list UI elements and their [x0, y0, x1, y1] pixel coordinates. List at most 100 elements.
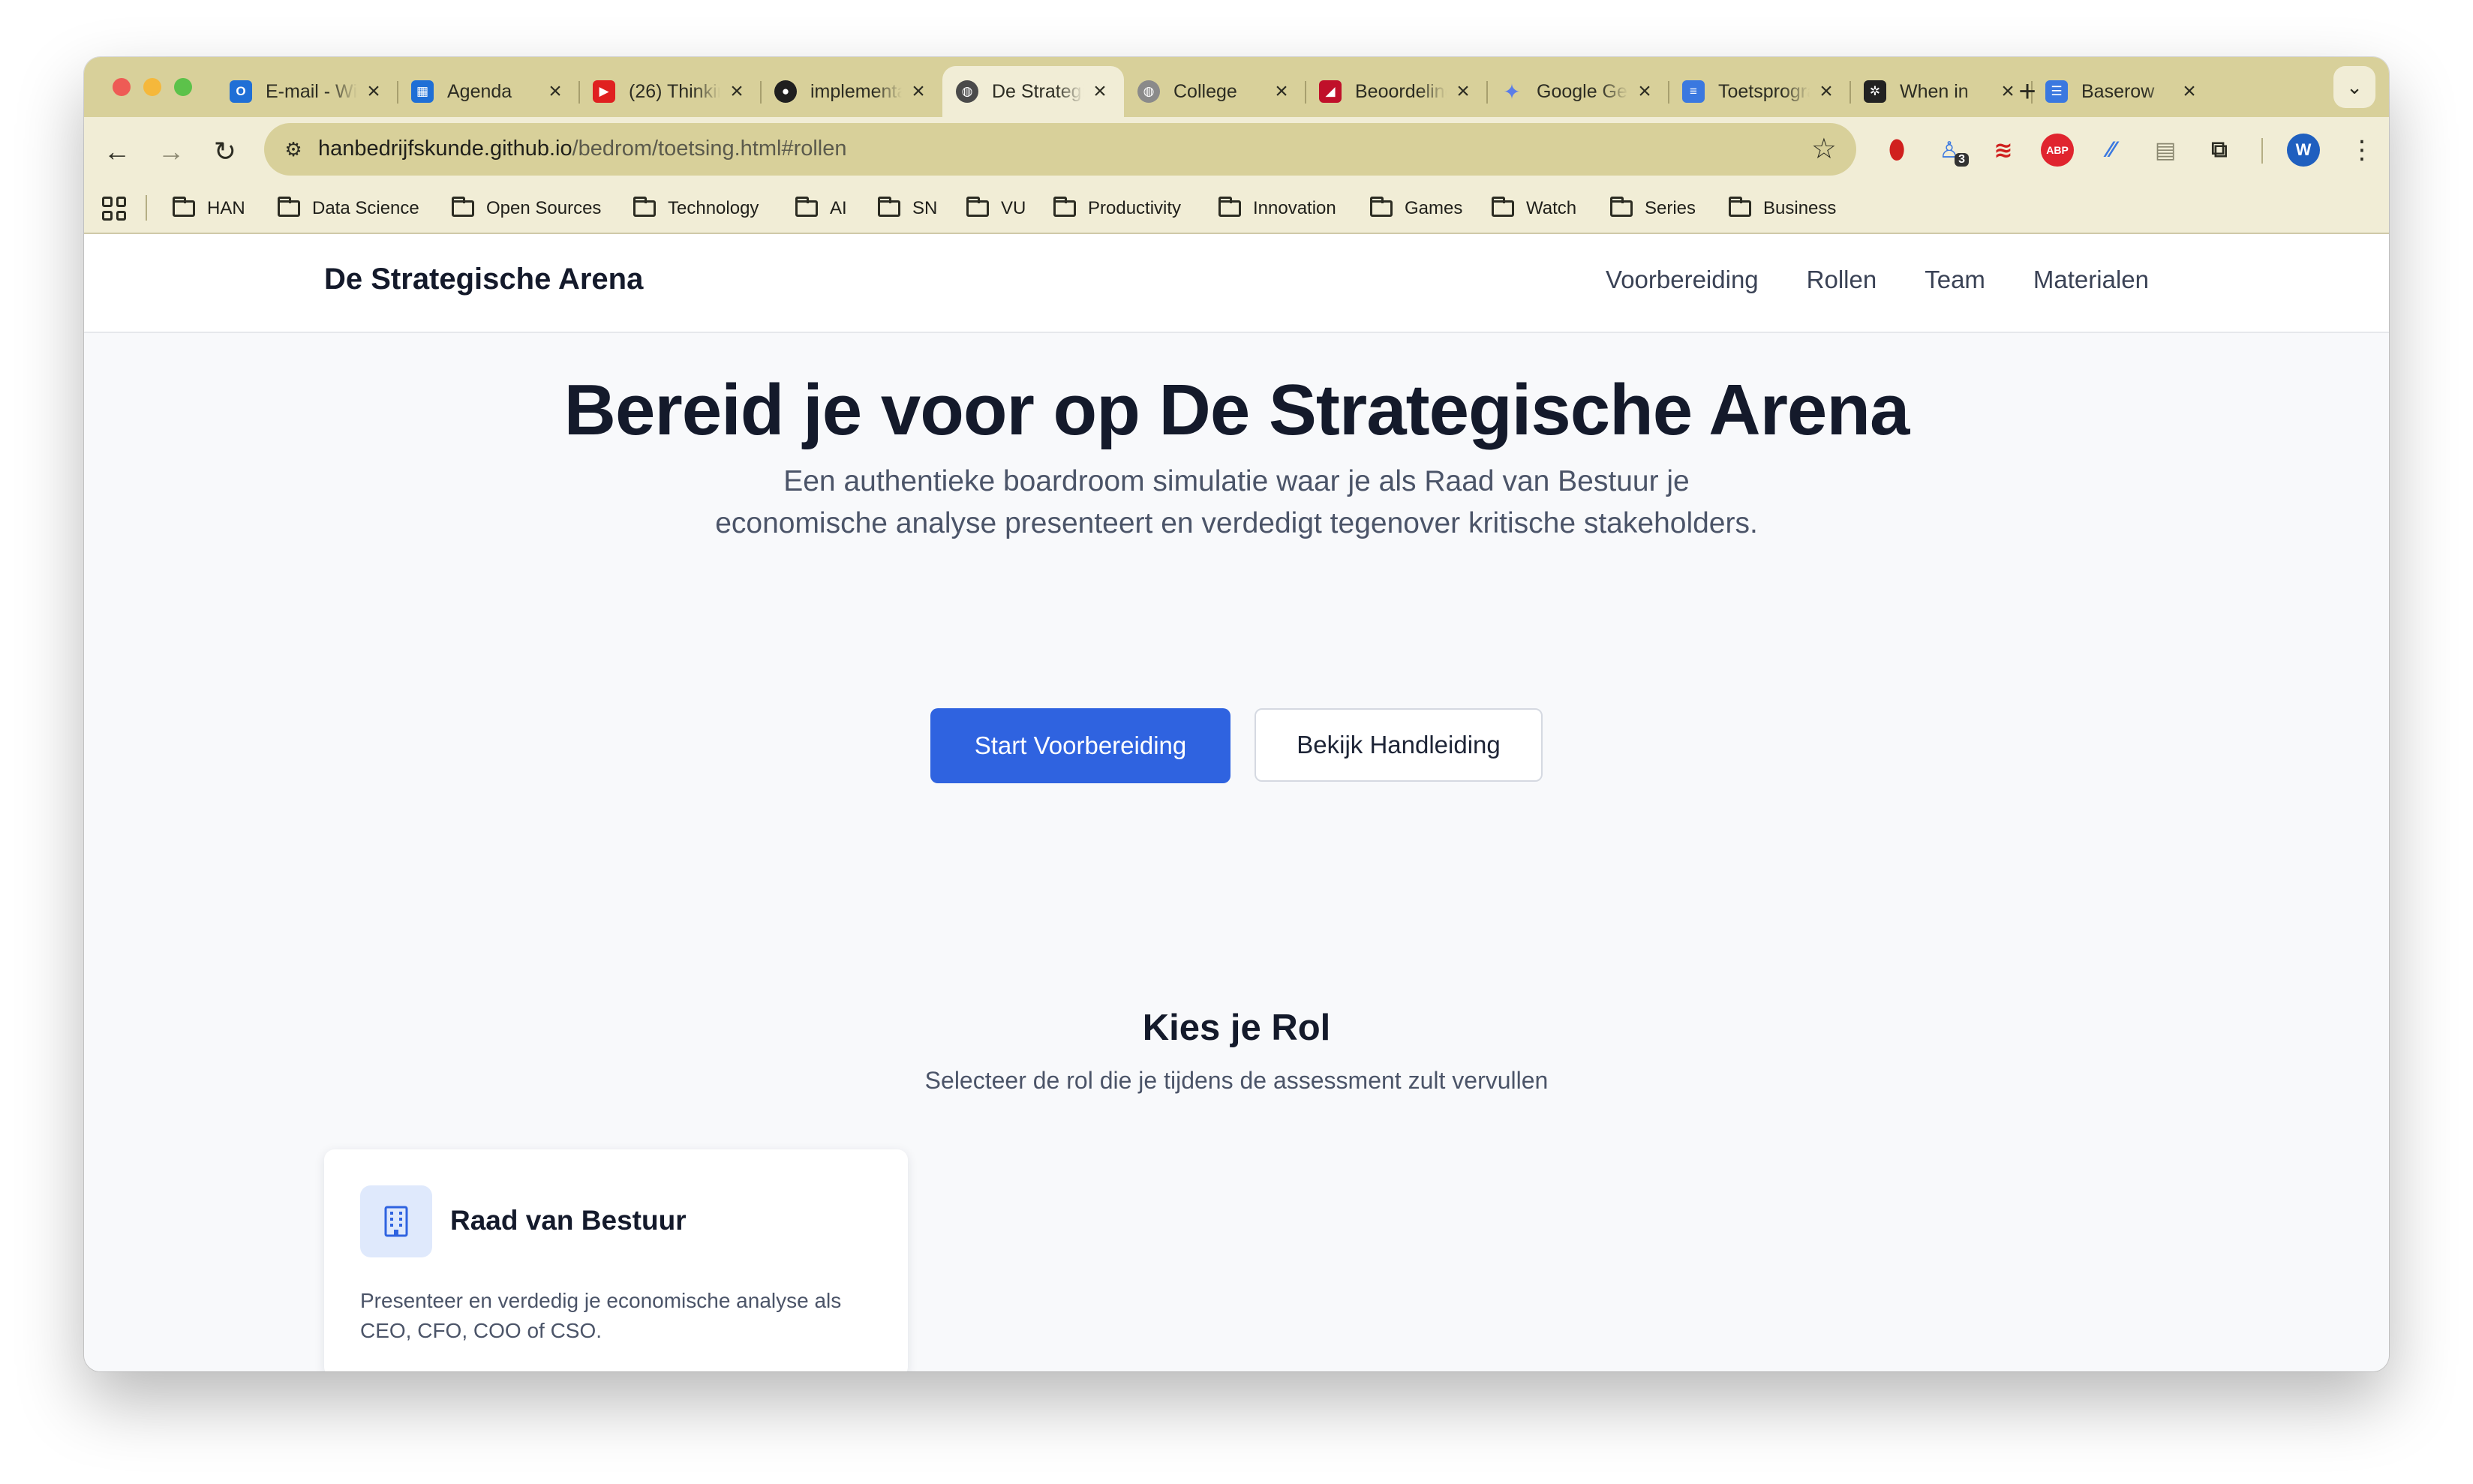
- close-tab-icon[interactable]: ×: [363, 79, 384, 104]
- bookmark-star-icon[interactable]: ☆: [1811, 132, 1837, 166]
- role-card-title: Raad van Bestuur: [450, 1205, 687, 1236]
- tab-agenda[interactable]: ▦ Agenda ×: [397, 66, 579, 117]
- tab-title: Toetsprogramma: [1718, 80, 1810, 102]
- url-text[interactable]: hanbedrijfskunde.github.io/bedrom/toetsi…: [318, 137, 847, 161]
- app-icon: ✲: [1864, 80, 1886, 103]
- tab-college[interactable]: ◍ College ×: [1124, 66, 1306, 117]
- site-settings-icon[interactable]: ⚙: [279, 135, 308, 164]
- tab-title: Baserow: [2081, 80, 2155, 102]
- reload-icon[interactable]: ↻: [204, 131, 246, 173]
- close-tab-icon[interactable]: ×: [1089, 79, 1110, 104]
- nav-link-voorbereiding[interactable]: Voorbereiding: [1606, 266, 1759, 294]
- browser-window: O E-mail - Willem × ▦ Agenda × ▶ (26) Th…: [84, 57, 2389, 1371]
- tab-title: De Strategische Arena: [992, 80, 1083, 102]
- browser-toolbar: ← → ↻ ⚙ hanbedrijfskunde.github.io/bedro…: [84, 117, 2389, 185]
- address-bar[interactable]: ⚙ hanbedrijfskunde.github.io/bedrom/toet…: [264, 123, 1856, 176]
- tab-github[interactable]: ● implementation ×: [760, 66, 942, 117]
- url-path: /bedrom/toetsing.html#rollen: [572, 137, 847, 161]
- minimize-window-button[interactable]: [143, 78, 161, 96]
- tab-title: implementation: [810, 80, 902, 102]
- globe-icon: ◍: [956, 80, 978, 103]
- bookmark-label: Technology: [668, 198, 759, 218]
- tab-email[interactable]: O E-mail - Willem ×: [216, 66, 398, 117]
- close-window-button[interactable]: [113, 78, 131, 96]
- folder-icon: [1492, 197, 1514, 217]
- bookmark-label: AI: [830, 198, 847, 218]
- tab-title: (26) Thinking: [629, 80, 720, 102]
- start-voorbereiding-button[interactable]: Start Voorbereiding: [930, 708, 1230, 783]
- adblock-extension-icon[interactable]: ABP: [2041, 134, 2074, 167]
- nav-link-rollen[interactable]: Rollen: [1807, 266, 1877, 294]
- bookmark-folder-watch[interactable]: Watch: [1492, 195, 1576, 222]
- close-tab-icon[interactable]: ×: [2179, 79, 2200, 104]
- bookmark-folder-productivity[interactable]: Productivity: [1053, 195, 1181, 222]
- bookmark-label: Open Sources: [486, 198, 602, 218]
- close-tab-icon[interactable]: ×: [1634, 79, 1655, 104]
- bookmark-folder-open-sources[interactable]: Open Sources: [452, 195, 601, 222]
- role-card-raad-van-bestuur[interactable]: Raad van Bestuur Presenteer en verdedig …: [324, 1149, 908, 1371]
- tab-gemini[interactable]: ✦ Google Gemini ×: [1486, 66, 1669, 117]
- bookmark-folder-business[interactable]: Business: [1729, 195, 1836, 222]
- bookmark-label: SN: [912, 198, 938, 218]
- bookmark-folder-innovation[interactable]: Innovation: [1218, 195, 1336, 222]
- more-menu-icon[interactable]: ⋮: [2347, 134, 2377, 167]
- close-tab-icon[interactable]: ×: [545, 79, 566, 104]
- tab-title: Google Gemini: [1537, 80, 1628, 102]
- close-tab-icon[interactable]: ×: [1453, 79, 1474, 104]
- profile-avatar[interactable]: W: [2287, 134, 2320, 167]
- nav-link-team[interactable]: Team: [1925, 266, 1985, 294]
- beoordeling-icon: ◢: [1319, 80, 1342, 103]
- close-tab-icon[interactable]: ×: [1271, 79, 1292, 104]
- tab-title: Beoordeling: [1355, 80, 1447, 102]
- nav-link-materialen[interactable]: Materialen: [2033, 266, 2149, 294]
- bookmark-folder-han[interactable]: HAN: [173, 195, 245, 222]
- window-controls: [113, 78, 192, 96]
- hero-title: Bereid je voor op De Strategische Arena: [563, 370, 1910, 450]
- extension-badge: 3: [1955, 153, 1969, 167]
- maximize-window-button[interactable]: [174, 78, 192, 96]
- extensions-puzzle-icon[interactable]: ⧉: [2203, 134, 2236, 167]
- back-arrow-icon[interactable]: ←: [96, 131, 138, 173]
- tab-search-chevron-icon[interactable]: ⌄: [2333, 66, 2375, 108]
- bookmark-folder-vu[interactable]: VU: [966, 195, 1026, 222]
- role-card-description: Presenteer en verdedig je economische an…: [360, 1289, 842, 1342]
- close-tab-icon[interactable]: ×: [726, 79, 747, 104]
- folder-icon: [173, 197, 195, 217]
- tab-title: Agenda: [447, 80, 512, 102]
- close-tab-icon[interactable]: ×: [1816, 79, 1837, 104]
- document-extension-icon[interactable]: ▤: [2149, 134, 2182, 167]
- roles-section-title: Kies je Rol: [1142, 1008, 1331, 1048]
- new-tab-button[interactable]: +: [2002, 66, 2053, 117]
- bookmark-label: Business: [1763, 198, 1837, 218]
- site-nav: Voorbereiding Rollen Team Materialen: [1606, 266, 2149, 294]
- tab-title: When in: [1900, 80, 1969, 102]
- tab-strip: O E-mail - Willem × ▦ Agenda × ▶ (26) Th…: [84, 57, 2389, 117]
- account-extension-icon[interactable]: ♙ 3: [1933, 134, 1969, 167]
- site-brand[interactable]: De Strategische Arena: [324, 263, 643, 296]
- tab-baserow[interactable]: ☰ Baserow ×: [2031, 66, 2213, 117]
- bookmark-folder-series[interactable]: Series: [1610, 195, 1696, 222]
- folder-icon: [966, 197, 989, 217]
- folder-icon: [633, 197, 656, 217]
- forward-arrow-icon[interactable]: →: [150, 131, 192, 173]
- hero-subtitle: Een authentieke boardroom simulatie waar…: [715, 465, 1758, 539]
- roles-section-subtitle: Selecteer de rol die je tijdens de asses…: [924, 1067, 1549, 1094]
- lastpass-extension-icon[interactable]: ≋: [1987, 134, 2020, 167]
- bookmark-folder-ai[interactable]: AI: [795, 195, 847, 222]
- close-tab-icon[interactable]: ×: [908, 79, 929, 104]
- tab-youtube[interactable]: ▶ (26) Thinking ×: [578, 66, 761, 117]
- opera-extension-icon[interactable]: ⬮: [1880, 134, 1913, 167]
- bookmark-folder-technology[interactable]: Technology: [633, 195, 759, 222]
- bookmark-folder-games[interactable]: Games: [1370, 195, 1462, 222]
- tab-beoordeling[interactable]: ◢ Beoordeling ×: [1305, 66, 1487, 117]
- bekijk-handleiding-button[interactable]: Bekijk Handleiding: [1255, 708, 1543, 782]
- github-icon: ●: [774, 80, 797, 103]
- tab-strategische-arena[interactable]: ◍ De Strategische Arena ×: [942, 66, 1124, 117]
- apps-grid-icon[interactable]: [102, 197, 126, 221]
- tab-toetsprogramma[interactable]: ≡ Toetsprogramma ×: [1668, 66, 1850, 117]
- bookmark-folder-sn[interactable]: SN: [878, 195, 937, 222]
- bookmark-folder-data-science[interactable]: Data Science: [278, 195, 419, 222]
- globe-icon: ◍: [1137, 80, 1160, 103]
- toolbar-divider: [2261, 138, 2263, 164]
- analytics-extension-icon[interactable]: ⁄⁄: [2095, 134, 2128, 167]
